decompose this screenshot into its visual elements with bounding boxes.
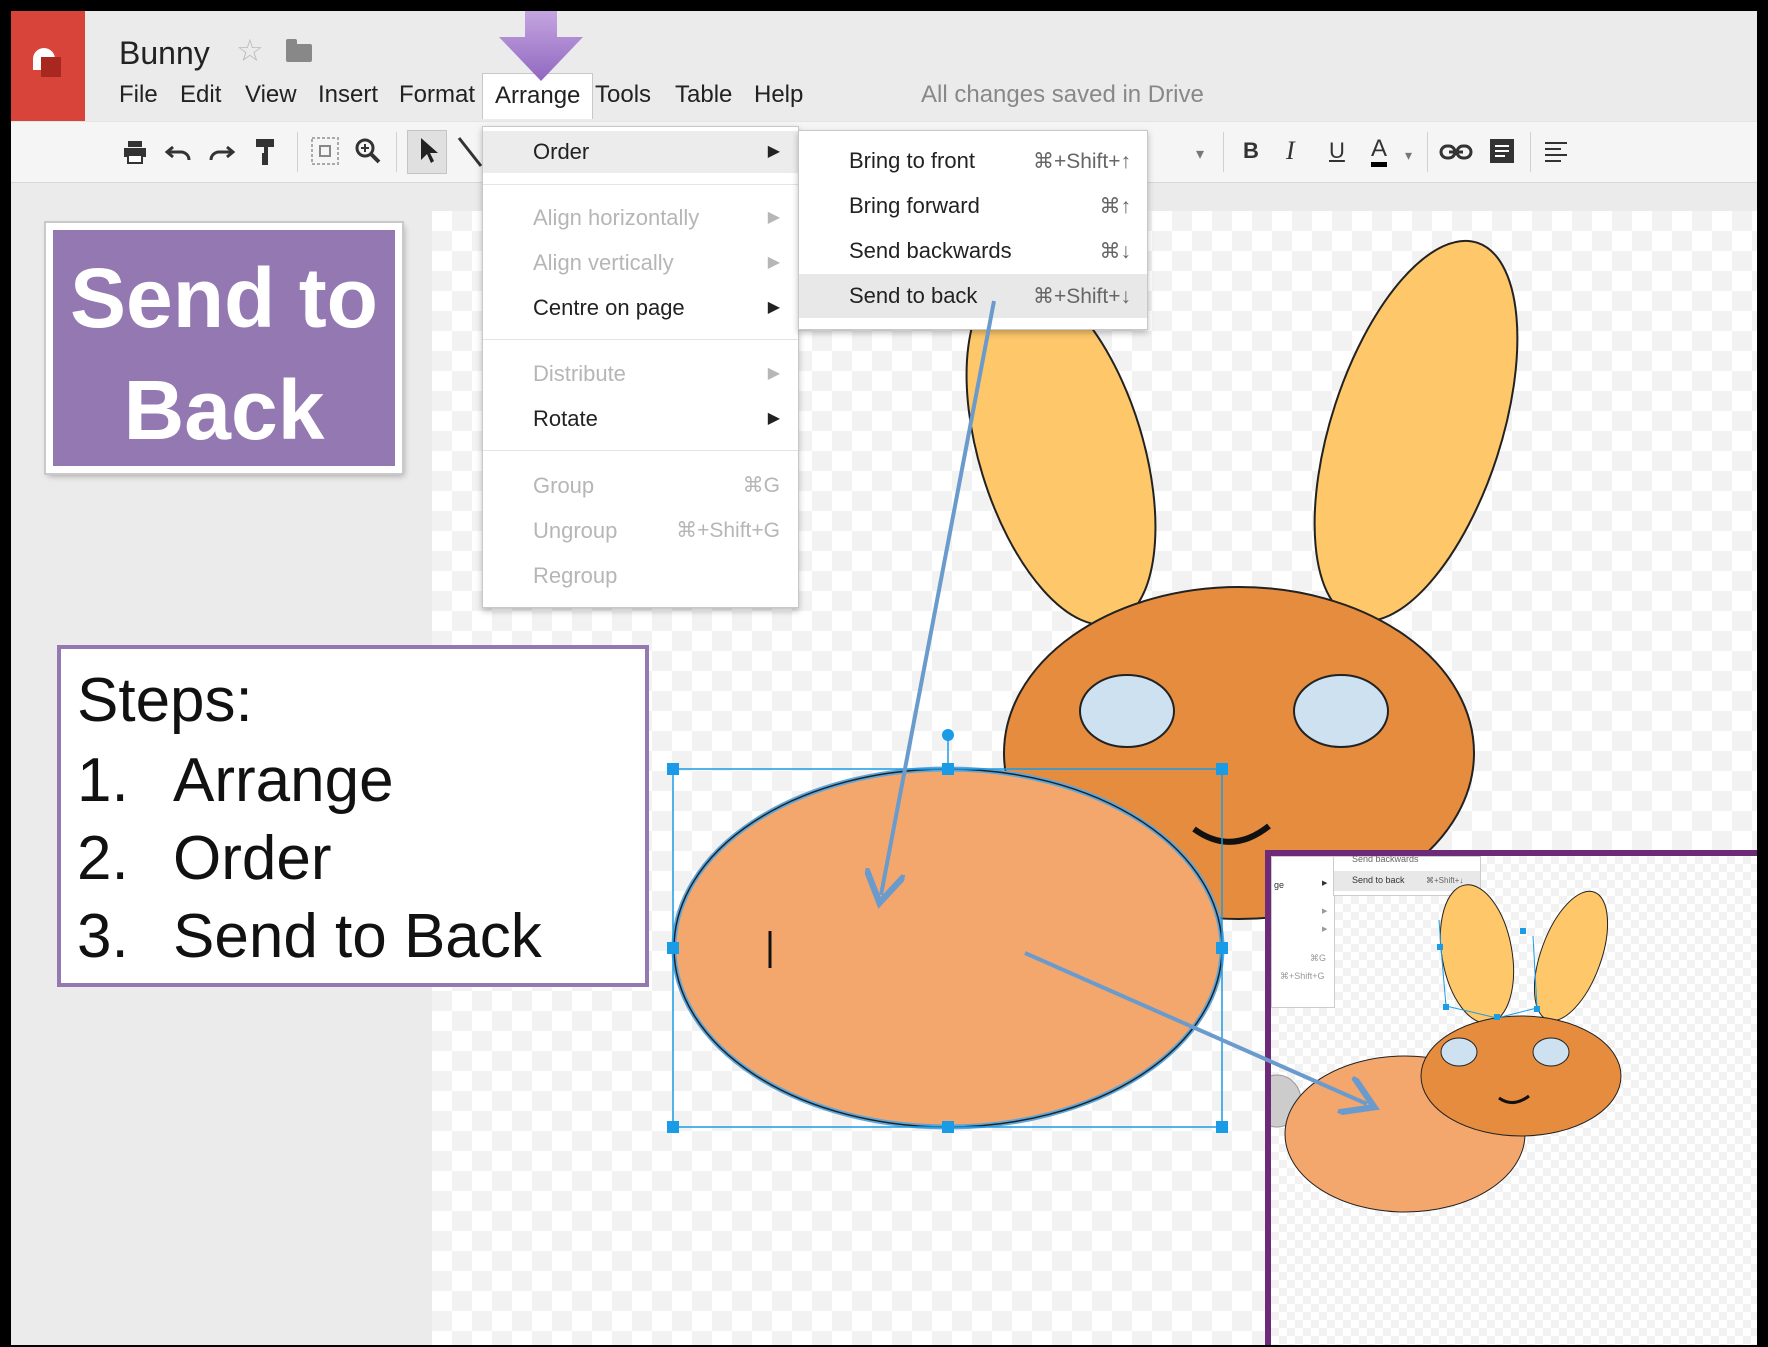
app-window: Bunny ☆ File Edit View Insert Format Arr… [0, 0, 1768, 1347]
down-arrow-indicator-icon [499, 11, 583, 81]
arrow-to-inset [1024, 951, 1367, 1104]
annotation-arrows [11, 300, 1768, 1347]
arrow-to-body [881, 300, 996, 895]
